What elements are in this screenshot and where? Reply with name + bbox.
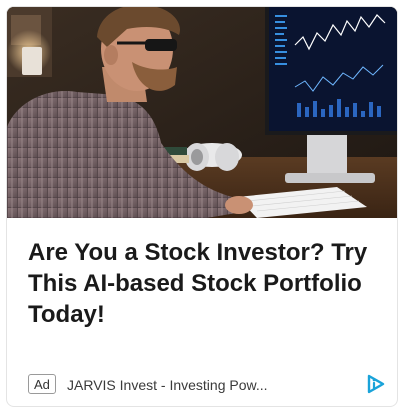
ad-badge: Ad [28,374,56,394]
ad-footer: Ad JARVIS Invest - Investing Pow... [28,373,388,397]
ad-headline[interactable]: Are You a Stock Investor? Try This AI-ba… [28,237,388,330]
advertiser-name[interactable]: JARVIS Invest - Investing Pow... [67,375,268,395]
hero-image[interactable] [7,7,397,218]
adchoices-icon[interactable] [364,373,386,395]
ad-card[interactable]: Are You a Stock Investor? Try This AI-ba… [6,6,398,407]
